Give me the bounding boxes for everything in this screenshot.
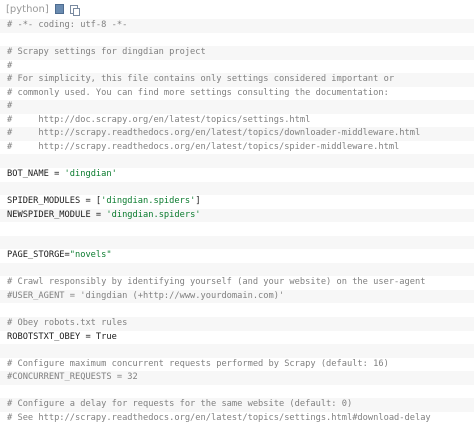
code-line: SPIDER_MODULES = ['dingdian.spiders'] (0, 195, 474, 209)
code-line: # (0, 59, 474, 74)
code-comment: # Crawl responsibly by identifying yours… (7, 277, 426, 288)
code-line (0, 384, 474, 399)
code-comment: # (7, 60, 13, 71)
code-line (0, 222, 474, 236)
code-text: SPIDER_MODULES = [ (7, 196, 102, 207)
code-text: NEWSPIDER_MODULE = (7, 209, 107, 220)
code-line: # Crawl responsibly by identifying yours… (0, 276, 474, 290)
code-line: # See http://scrapy.readthedocs.org/en/l… (0, 411, 474, 426)
code-string: "novels" (69, 250, 112, 261)
code-text: ] (195, 196, 201, 207)
code-string: 'dingdian.spiders' (101, 196, 196, 207)
code-comment: # http://doc.scrapy.org/en/latest/topics… (7, 114, 311, 125)
code-line: BOT_NAME = 'dingdian' (0, 168, 474, 182)
code-comment: # See http://scrapy.readthedocs.org/en/l… (7, 412, 431, 423)
code-comment: #USER_AGENT = 'dingdian (+http://www.you… (7, 290, 285, 301)
code-line (0, 262, 474, 277)
code-line: # http://scrapy.readthedocs.org/en/lates… (0, 127, 474, 141)
code-line: # Obey robots.txt rules (0, 317, 474, 331)
code-line: # Configure maximum concurrent requests … (0, 357, 474, 372)
code-line: # commonly used. You can find more setti… (0, 86, 474, 101)
code-line: ROBOTSTXT_OBEY = True (0, 330, 474, 345)
code-string: 'dingdian.spiders' (106, 209, 201, 220)
code-line: # Configure a delay for requests for the… (0, 398, 474, 412)
code-comment: # http://scrapy.readthedocs.org/en/lates… (7, 141, 400, 152)
code-line (0, 154, 474, 169)
code-line (0, 303, 474, 318)
code-line: # -*- coding: utf-8 -*- (0, 19, 474, 33)
code-line: PAGE_STORGE="novels" (0, 249, 474, 263)
code-comment: # commonly used. You can find more setti… (7, 87, 389, 98)
code-string: 'dingdian' (64, 169, 117, 180)
code-line: # (0, 100, 474, 114)
code-text: BOT_NAME = (7, 169, 65, 180)
code-line: #USER_AGENT = 'dingdian (+http://www.you… (0, 289, 474, 304)
code-comment: # (7, 101, 13, 112)
code-text: ROBOTSTXT_OBEY = True (7, 331, 117, 342)
code-toolbar: [python] (0, 0, 474, 16)
code-comment: # Configure a delay for requests for the… (7, 399, 353, 410)
code-comment: # Scrapy settings for dingdian project (7, 47, 206, 58)
code-comment: #CONCURRENT_REQUESTS = 32 (7, 372, 138, 383)
code-comment: # -*- coding: utf-8 -*- (7, 20, 128, 30)
code-block: # -*- coding: utf-8 -*- # Scrapy settings… (0, 16, 474, 426)
code-line: #CONCURRENT_REQUESTS = 32 (0, 371, 474, 385)
code-comment: # Obey robots.txt rules (7, 318, 128, 329)
copy-icon[interactable] (69, 4, 80, 16)
code-line (0, 235, 474, 250)
code-line: # http://scrapy.readthedocs.org/en/lates… (0, 140, 474, 155)
code-line (0, 32, 474, 47)
code-comment: # Configure maximum concurrent requests … (7, 358, 389, 369)
code-line (0, 181, 474, 196)
code-comment: # http://scrapy.readthedocs.org/en/lates… (7, 128, 421, 139)
code-comment: # For simplicity, this file contains onl… (7, 74, 395, 85)
code-text: PAGE_STORGE= (7, 250, 70, 261)
code-line: # For simplicity, this file contains onl… (0, 73, 474, 87)
code-line (0, 344, 474, 358)
code-line: # Scrapy settings for dingdian project (0, 46, 474, 60)
language-label: [python] (6, 3, 49, 15)
code-line: # http://doc.scrapy.org/en/latest/topics… (0, 113, 474, 128)
view-source-icon[interactable] (54, 4, 64, 14)
code-line: NEWSPIDER_MODULE = 'dingdian.spiders' (0, 208, 474, 223)
